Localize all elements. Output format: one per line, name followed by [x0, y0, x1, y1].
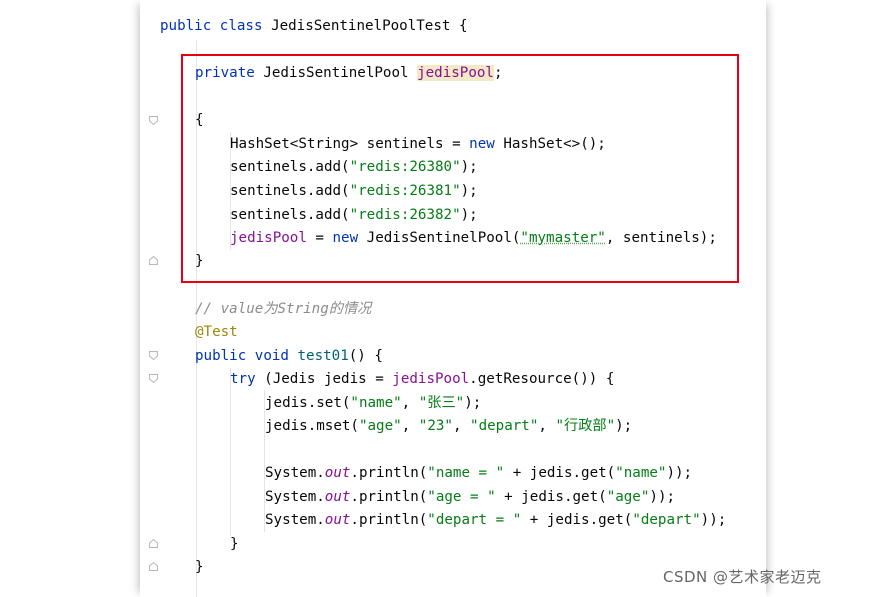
code-line-close-try: } — [230, 536, 239, 552]
code-line-print-name: System.out.println("name = " + jedis.get… — [265, 465, 693, 481]
red-highlight-box — [181, 54, 739, 283]
fold-close-icon[interactable] — [149, 539, 158, 548]
indent-guide — [230, 368, 231, 536]
code-line-set-name: jedis.set("name", "张三"); — [265, 395, 482, 411]
code-comment: // value为String的情况 — [195, 301, 372, 317]
code-line-close-method: } — [195, 559, 204, 575]
code-line-class: public class JedisSentinelPoolTest { — [160, 18, 468, 34]
code-line-print-age: System.out.println("age = " + jedis.get(… — [265, 489, 676, 505]
code-line-print-depart: System.out.println("depart = " + jedis.g… — [265, 512, 727, 528]
watermark: CSDN @艺术家老迈克 — [663, 568, 822, 586]
fold-open-icon[interactable] — [149, 351, 158, 360]
code-line-method: public void test01() { — [195, 348, 383, 364]
code-line-mset: jedis.mset("age", "23", "depart", "行政部")… — [265, 418, 633, 434]
code-line-try: try (Jedis jedis = jedisPool.getResource… — [230, 371, 615, 387]
fold-open-icon[interactable] — [149, 116, 158, 125]
fold-close-icon[interactable] — [149, 562, 158, 571]
code-annotation: @Test — [195, 324, 238, 340]
fold-close-icon[interactable] — [149, 256, 158, 265]
fold-open-icon[interactable] — [149, 374, 158, 383]
